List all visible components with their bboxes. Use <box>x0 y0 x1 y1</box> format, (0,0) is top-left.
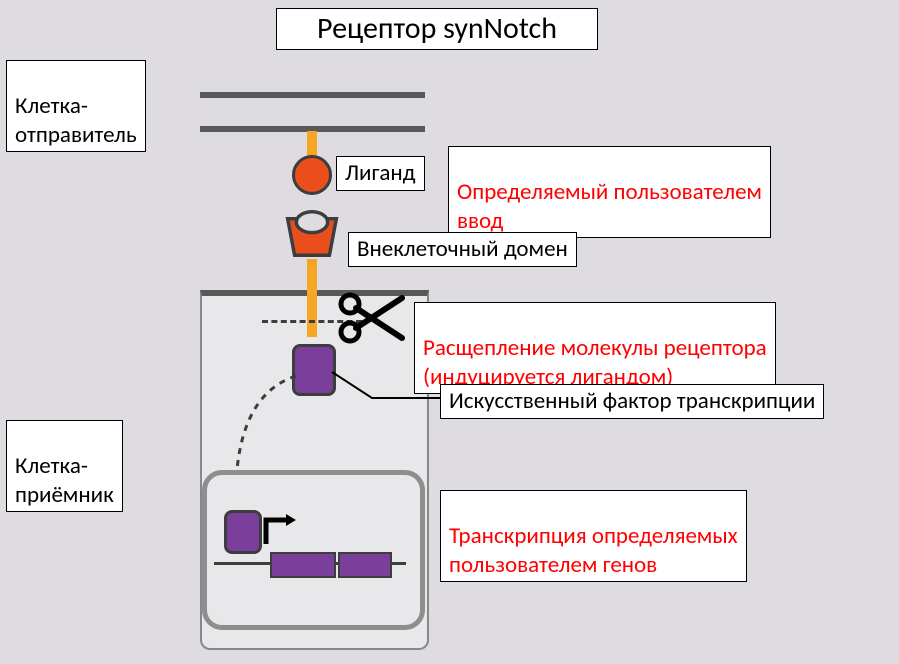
label-ligand: Лиганд <box>336 156 425 191</box>
sender-cell <box>200 92 425 132</box>
gene-box-1 <box>270 552 336 578</box>
ligand-icon <box>292 155 332 195</box>
label-ecd: Внеклеточный домен <box>348 232 577 267</box>
label-sender: Клетка- отправитель <box>6 60 146 152</box>
label-user-input: Определяемый пользователем ввод <box>448 146 771 238</box>
title-text: Рецептор synNotch <box>317 10 557 47</box>
tf-bound-icon <box>224 510 262 554</box>
label-receiver: Клетка- приёмник <box>6 420 123 512</box>
gene-box-2 <box>338 552 392 578</box>
transcription-arrow-icon <box>262 514 296 548</box>
ecd-cup-icon <box>282 217 342 257</box>
label-cleavage: Расщепление молекулы рецептора (индуциру… <box>414 302 776 394</box>
label-transcription: Транскрипция определяемых пользователем … <box>440 490 747 582</box>
scissors-icon <box>336 290 406 346</box>
connector-tf <box>332 372 444 402</box>
label-tf: Искусственный фактор транскрипции <box>440 384 824 419</box>
diagram-title: Рецептор synNotch <box>276 8 598 50</box>
receptor-stalk <box>307 259 317 337</box>
diagram-canvas: Рецептор synNotch Клетка- отправитель Кл… <box>0 0 899 664</box>
